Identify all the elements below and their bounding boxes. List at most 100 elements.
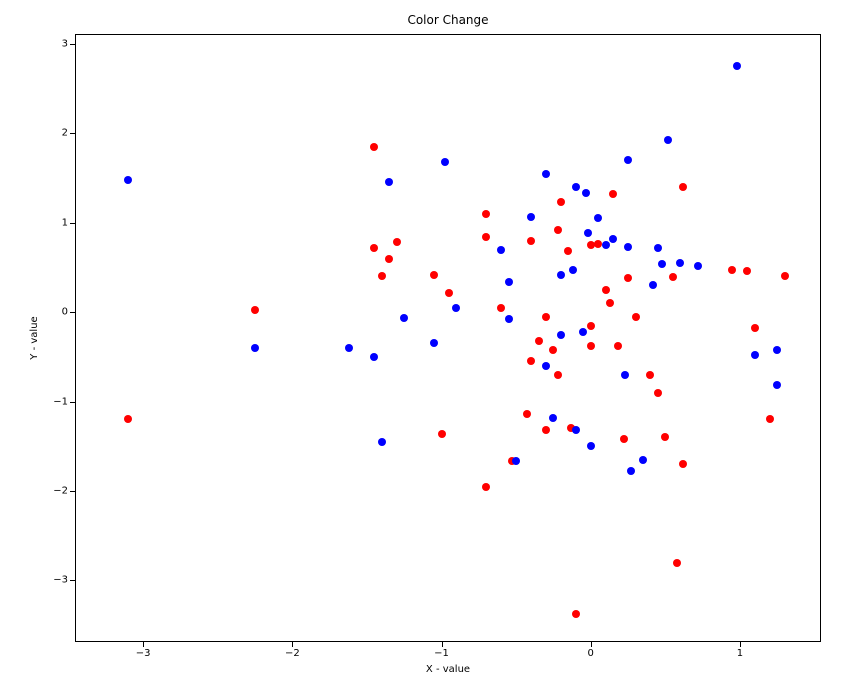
point-red (609, 190, 617, 198)
point-blue (582, 189, 590, 197)
point-blue (505, 278, 513, 286)
point-red (527, 357, 535, 365)
point-blue (542, 362, 550, 370)
point-red (378, 272, 386, 280)
point-red (438, 430, 446, 438)
y-tick-label: −1 (53, 396, 76, 407)
point-blue (497, 246, 505, 254)
point-blue (609, 235, 617, 243)
x-tick (442, 642, 443, 647)
point-red (370, 244, 378, 252)
y-tick-label: 0 (62, 307, 76, 318)
point-red (251, 306, 259, 314)
point-blue (452, 304, 460, 312)
x-tick (740, 642, 741, 647)
point-blue (251, 344, 259, 352)
point-blue (694, 262, 702, 270)
point-blue (579, 328, 587, 336)
point-red (445, 289, 453, 297)
point-blue (345, 344, 353, 352)
x-tick-label: −3 (136, 648, 151, 659)
point-blue (649, 281, 657, 289)
point-blue (751, 351, 759, 359)
point-blue (385, 178, 393, 186)
point-red (542, 313, 550, 321)
point-red (743, 267, 751, 275)
point-red (728, 266, 736, 274)
point-blue (584, 229, 592, 237)
point-blue (627, 467, 635, 475)
x-tick-label: 1 (737, 648, 743, 659)
point-red (766, 415, 774, 423)
point-blue (639, 456, 647, 464)
point-red (673, 559, 681, 567)
point-blue (572, 426, 580, 434)
point-blue (773, 381, 781, 389)
point-red (523, 410, 531, 418)
point-red (542, 426, 550, 434)
point-red (679, 460, 687, 468)
point-blue (654, 244, 662, 252)
point-red (669, 273, 677, 281)
point-blue (124, 176, 132, 184)
point-red (482, 210, 490, 218)
y-tick-label: 2 (62, 128, 76, 139)
point-blue (658, 260, 666, 268)
point-red (751, 324, 759, 332)
point-red (564, 247, 572, 255)
figure: Color Change X - value Y - value −3−2−10… (0, 0, 844, 689)
point-red (654, 389, 662, 397)
point-red (535, 337, 543, 345)
point-red (557, 198, 565, 206)
y-tick-label: 1 (62, 217, 76, 228)
point-red (632, 313, 640, 321)
point-red (614, 342, 622, 350)
point-red (587, 322, 595, 330)
y-tick-label: 3 (62, 38, 76, 49)
point-red (549, 346, 557, 354)
point-red (430, 271, 438, 279)
point-blue (505, 315, 513, 323)
point-blue (569, 266, 577, 274)
x-tick-label: −2 (285, 648, 300, 659)
point-blue (587, 442, 595, 450)
point-blue (549, 414, 557, 422)
point-red (393, 238, 401, 246)
point-red (554, 371, 562, 379)
point-red (602, 286, 610, 294)
point-red (554, 226, 562, 234)
point-red (781, 272, 789, 280)
point-blue (557, 331, 565, 339)
point-blue (512, 457, 520, 465)
point-blue (676, 259, 684, 267)
point-blue (370, 353, 378, 361)
x-tick (591, 642, 592, 647)
point-blue (602, 241, 610, 249)
point-blue (594, 214, 602, 222)
scatter-axes: Color Change X - value Y - value −3−2−10… (75, 34, 821, 642)
y-tick-label: −2 (53, 486, 76, 497)
point-red (606, 299, 614, 307)
point-blue (773, 346, 781, 354)
point-blue (664, 136, 672, 144)
x-tick (292, 642, 293, 647)
point-red (572, 610, 580, 618)
point-red (482, 483, 490, 491)
point-blue (624, 243, 632, 251)
point-red (661, 433, 669, 441)
point-red (124, 415, 132, 423)
point-blue (572, 183, 580, 191)
chart-title: Color Change (76, 13, 820, 27)
point-blue (430, 339, 438, 347)
point-blue (400, 314, 408, 322)
point-red (385, 255, 393, 263)
point-blue (621, 371, 629, 379)
point-blue (733, 62, 741, 70)
x-tick-label: 0 (588, 648, 594, 659)
point-red (527, 237, 535, 245)
point-red (679, 183, 687, 191)
point-red (587, 342, 595, 350)
point-blue (542, 170, 550, 178)
x-tick-label: −1 (434, 648, 449, 659)
point-red (624, 274, 632, 282)
